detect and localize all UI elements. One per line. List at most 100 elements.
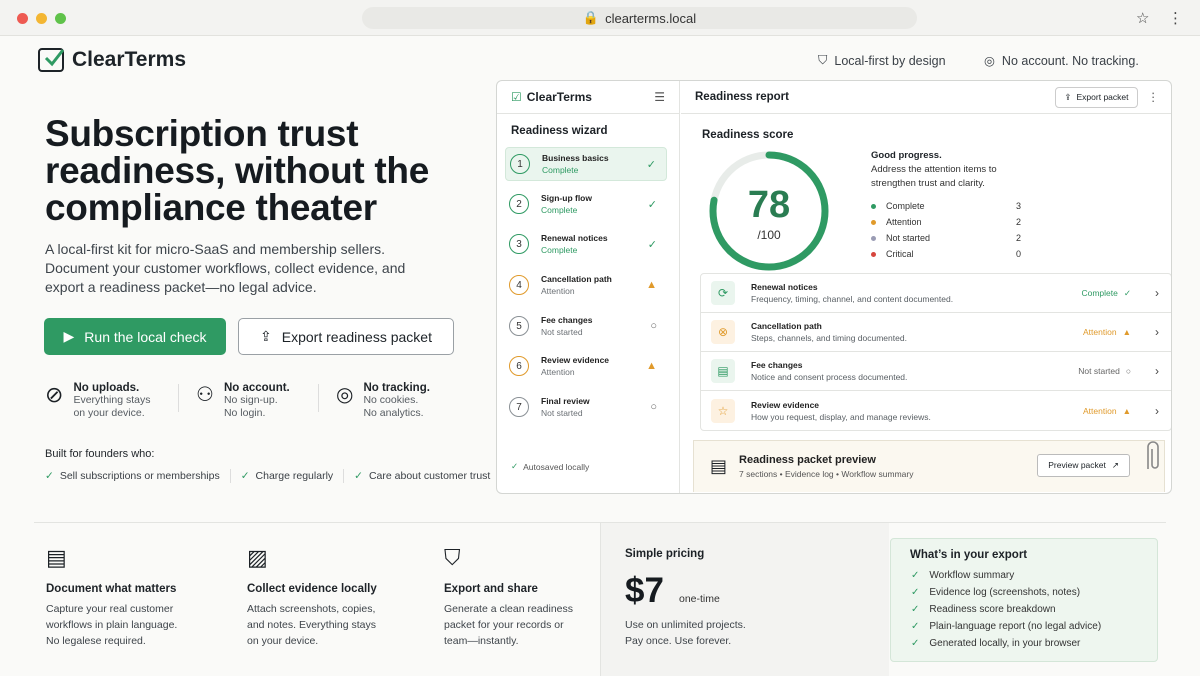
score-legend: Complete 3 Attention 2 Not started 2 Critical 0 bbox=[871, 198, 1021, 262]
brand-logo[interactable]: ClearTerms bbox=[38, 48, 186, 72]
feature-desc: No cookies. bbox=[363, 394, 419, 406]
more-vertical-icon[interactable]: ⋮ bbox=[1168, 9, 1183, 27]
step-label: Review evidence bbox=[541, 355, 610, 365]
legend-item: Critical 0 bbox=[871, 246, 1021, 262]
star-icon[interactable]: ☆ bbox=[1136, 9, 1149, 27]
feature-desc: No sign-up. bbox=[223, 394, 278, 406]
export-packet-button[interactable]: ⇪ Export packet bbox=[1055, 86, 1138, 108]
step-label: Fee changes bbox=[541, 315, 593, 325]
status-text: Attention bbox=[1083, 405, 1117, 416]
export-title: What’s in your export bbox=[910, 549, 1028, 561]
check-icon: ✓ bbox=[911, 570, 920, 581]
packet-preview-card: ▤ Readiness packet preview 7 sections • E… bbox=[693, 440, 1165, 492]
col-line: Generate a clean readiness bbox=[444, 603, 573, 615]
feature-title: No uploads. bbox=[73, 382, 140, 394]
check-circle-icon: ✓ bbox=[511, 461, 519, 471]
check-icon: ✓ bbox=[647, 198, 657, 211]
warning-icon: ▲ bbox=[646, 360, 657, 372]
feature-desc: Everything stays bbox=[73, 394, 151, 406]
upload-icon: ⇪ bbox=[1064, 91, 1072, 102]
feature-desc: No analytics. bbox=[363, 406, 424, 419]
legend-dot bbox=[871, 251, 876, 257]
eye-off-icon: ◎ bbox=[336, 384, 354, 406]
row-desc: Steps, channels, and timing documented. bbox=[751, 333, 907, 343]
score-desc: Address the attention items to bbox=[871, 164, 997, 175]
row-desc: Frequency, timing, channel, and content … bbox=[751, 294, 954, 304]
wizard-step[interactable]: 6 Review evidence Attention ▲ bbox=[505, 349, 667, 383]
export-item-text: Plain-language report (no legal advice) bbox=[929, 621, 1102, 632]
wizard-step[interactable]: 2 Sign-up flow Complete ✓ bbox=[505, 187, 667, 221]
bottom-section: ▤ Document what matters Capture your rea… bbox=[34, 522, 1166, 676]
col-title: Collect evidence locally bbox=[247, 583, 377, 595]
export-contents-card: What’s in your export ✓ Workflow summary ✓… bbox=[890, 538, 1158, 662]
wizard-sidebar: ☑ ClearTerms ☰ Readiness wizard 1 Busine… bbox=[497, 81, 680, 493]
step-number: 5 bbox=[509, 316, 529, 336]
wizard-step[interactable]: 3 Renewal notices Complete ✓ bbox=[505, 227, 667, 261]
step-status: Complete bbox=[541, 245, 578, 255]
more-vertical-icon[interactable]: ⋮ bbox=[1148, 90, 1160, 104]
report-rows: ⟳ Renewal notices Frequency, timing, chan… bbox=[700, 273, 1171, 431]
export-item-text: Readiness score breakdown bbox=[929, 604, 1056, 615]
legend-count: 3 bbox=[1015, 201, 1021, 211]
col-line: Attach screenshots, copies, bbox=[247, 603, 376, 615]
legend-label: Critical bbox=[886, 249, 914, 259]
row-title: Cancellation path bbox=[751, 321, 822, 331]
check-icon: ✓ bbox=[240, 470, 250, 482]
button-label: Preview packet bbox=[1048, 460, 1106, 470]
wizard-step[interactable]: 1 Business basics Complete ✓ bbox=[505, 147, 667, 181]
brand-name: ClearTerms bbox=[72, 48, 187, 71]
feature-title: No account. bbox=[223, 382, 290, 394]
step-number: 4 bbox=[509, 275, 529, 295]
check-square-icon bbox=[38, 48, 64, 72]
browser-chrome: 🔒 clearterms.local ☆ ⋮ bbox=[0, 0, 1200, 36]
score-headline: Good progress. bbox=[871, 150, 942, 161]
shield-icon: ⛉ bbox=[818, 53, 828, 67]
preview-packet-button[interactable]: Preview packet ↗ bbox=[1037, 454, 1130, 477]
report-row[interactable]: ☆ Review evidence How you request, displa… bbox=[701, 391, 1171, 430]
step-label: Renewal notices bbox=[541, 233, 608, 243]
status-text: Not started bbox=[1078, 366, 1120, 376]
address-bar[interactable]: 🔒 clearterms.local bbox=[362, 7, 917, 29]
wizard-step[interactable]: 7 Final review Not started ○ bbox=[505, 390, 667, 424]
step-label: Cancellation path bbox=[541, 274, 612, 284]
autosave-status: ✓ Autosaved locally bbox=[511, 461, 589, 472]
col-line: packet for your records or bbox=[444, 619, 564, 631]
circle-icon: ○ bbox=[650, 401, 657, 413]
col-line: and notes. Everything stays bbox=[247, 619, 376, 631]
pricing-title: Simple pricing bbox=[625, 548, 705, 560]
col-line: No legalese required. bbox=[46, 635, 146, 647]
chevron-right-icon: › bbox=[1155, 325, 1159, 339]
hamburger-menu-icon[interactable]: ☰ bbox=[654, 90, 665, 104]
report-header: Readiness report ⇪ Export packet ⋮ bbox=[681, 81, 1171, 114]
feature-title: No tracking. bbox=[363, 382, 430, 394]
col-line: on your device. bbox=[247, 635, 319, 647]
status-text: Complete bbox=[1081, 288, 1118, 298]
export-item: ✓ Generated locally, in your browser bbox=[911, 638, 1101, 655]
document-icon: ▤ bbox=[46, 545, 67, 570]
step-label: Sign-up flow bbox=[541, 193, 592, 203]
row-desc: Notice and consent process documented. bbox=[751, 372, 908, 382]
step-label: Final review bbox=[541, 396, 590, 406]
paperclip-icon bbox=[1147, 441, 1159, 469]
export-readiness-packet-button[interactable]: ⇪ Export readiness packet bbox=[238, 318, 454, 355]
divider bbox=[178, 384, 179, 412]
report-row[interactable]: ⟳ Renewal notices Frequency, timing, chan… bbox=[701, 274, 1171, 313]
minimize-window-button[interactable] bbox=[36, 13, 47, 24]
x-circle-icon: ⊗ bbox=[711, 320, 735, 344]
wizard-step[interactable]: 5 Fee changes Not started ○ bbox=[505, 309, 667, 343]
legend-count: 2 bbox=[1015, 233, 1021, 243]
row-desc: How you request, display, and manage rev… bbox=[751, 411, 931, 422]
col-line: workflows in plain language. bbox=[46, 619, 178, 631]
score-max: /100 bbox=[757, 228, 781, 242]
wizard-step[interactable]: 4 Cancellation path Attention ▲ bbox=[505, 268, 667, 302]
col-title: Export and share bbox=[444, 583, 538, 595]
app-preview-window: ☑ ClearTerms ☰ Readiness wizard 1 Busine… bbox=[496, 80, 1172, 494]
built-item: Sell subscriptions or memberships bbox=[59, 470, 220, 482]
report-row[interactable]: ▤ Fee changes Notice and consent process … bbox=[701, 352, 1171, 391]
sidebar-brand: ClearTerms bbox=[526, 90, 592, 104]
maximize-window-button[interactable] bbox=[55, 13, 66, 24]
status-badge: Attention ▲ bbox=[1083, 327, 1131, 337]
run-local-check-button[interactable]: ▶ Run the local check bbox=[44, 318, 226, 355]
close-window-button[interactable] bbox=[17, 13, 28, 24]
report-row[interactable]: ⊗ Cancellation path Steps, channels, and … bbox=[701, 313, 1171, 352]
